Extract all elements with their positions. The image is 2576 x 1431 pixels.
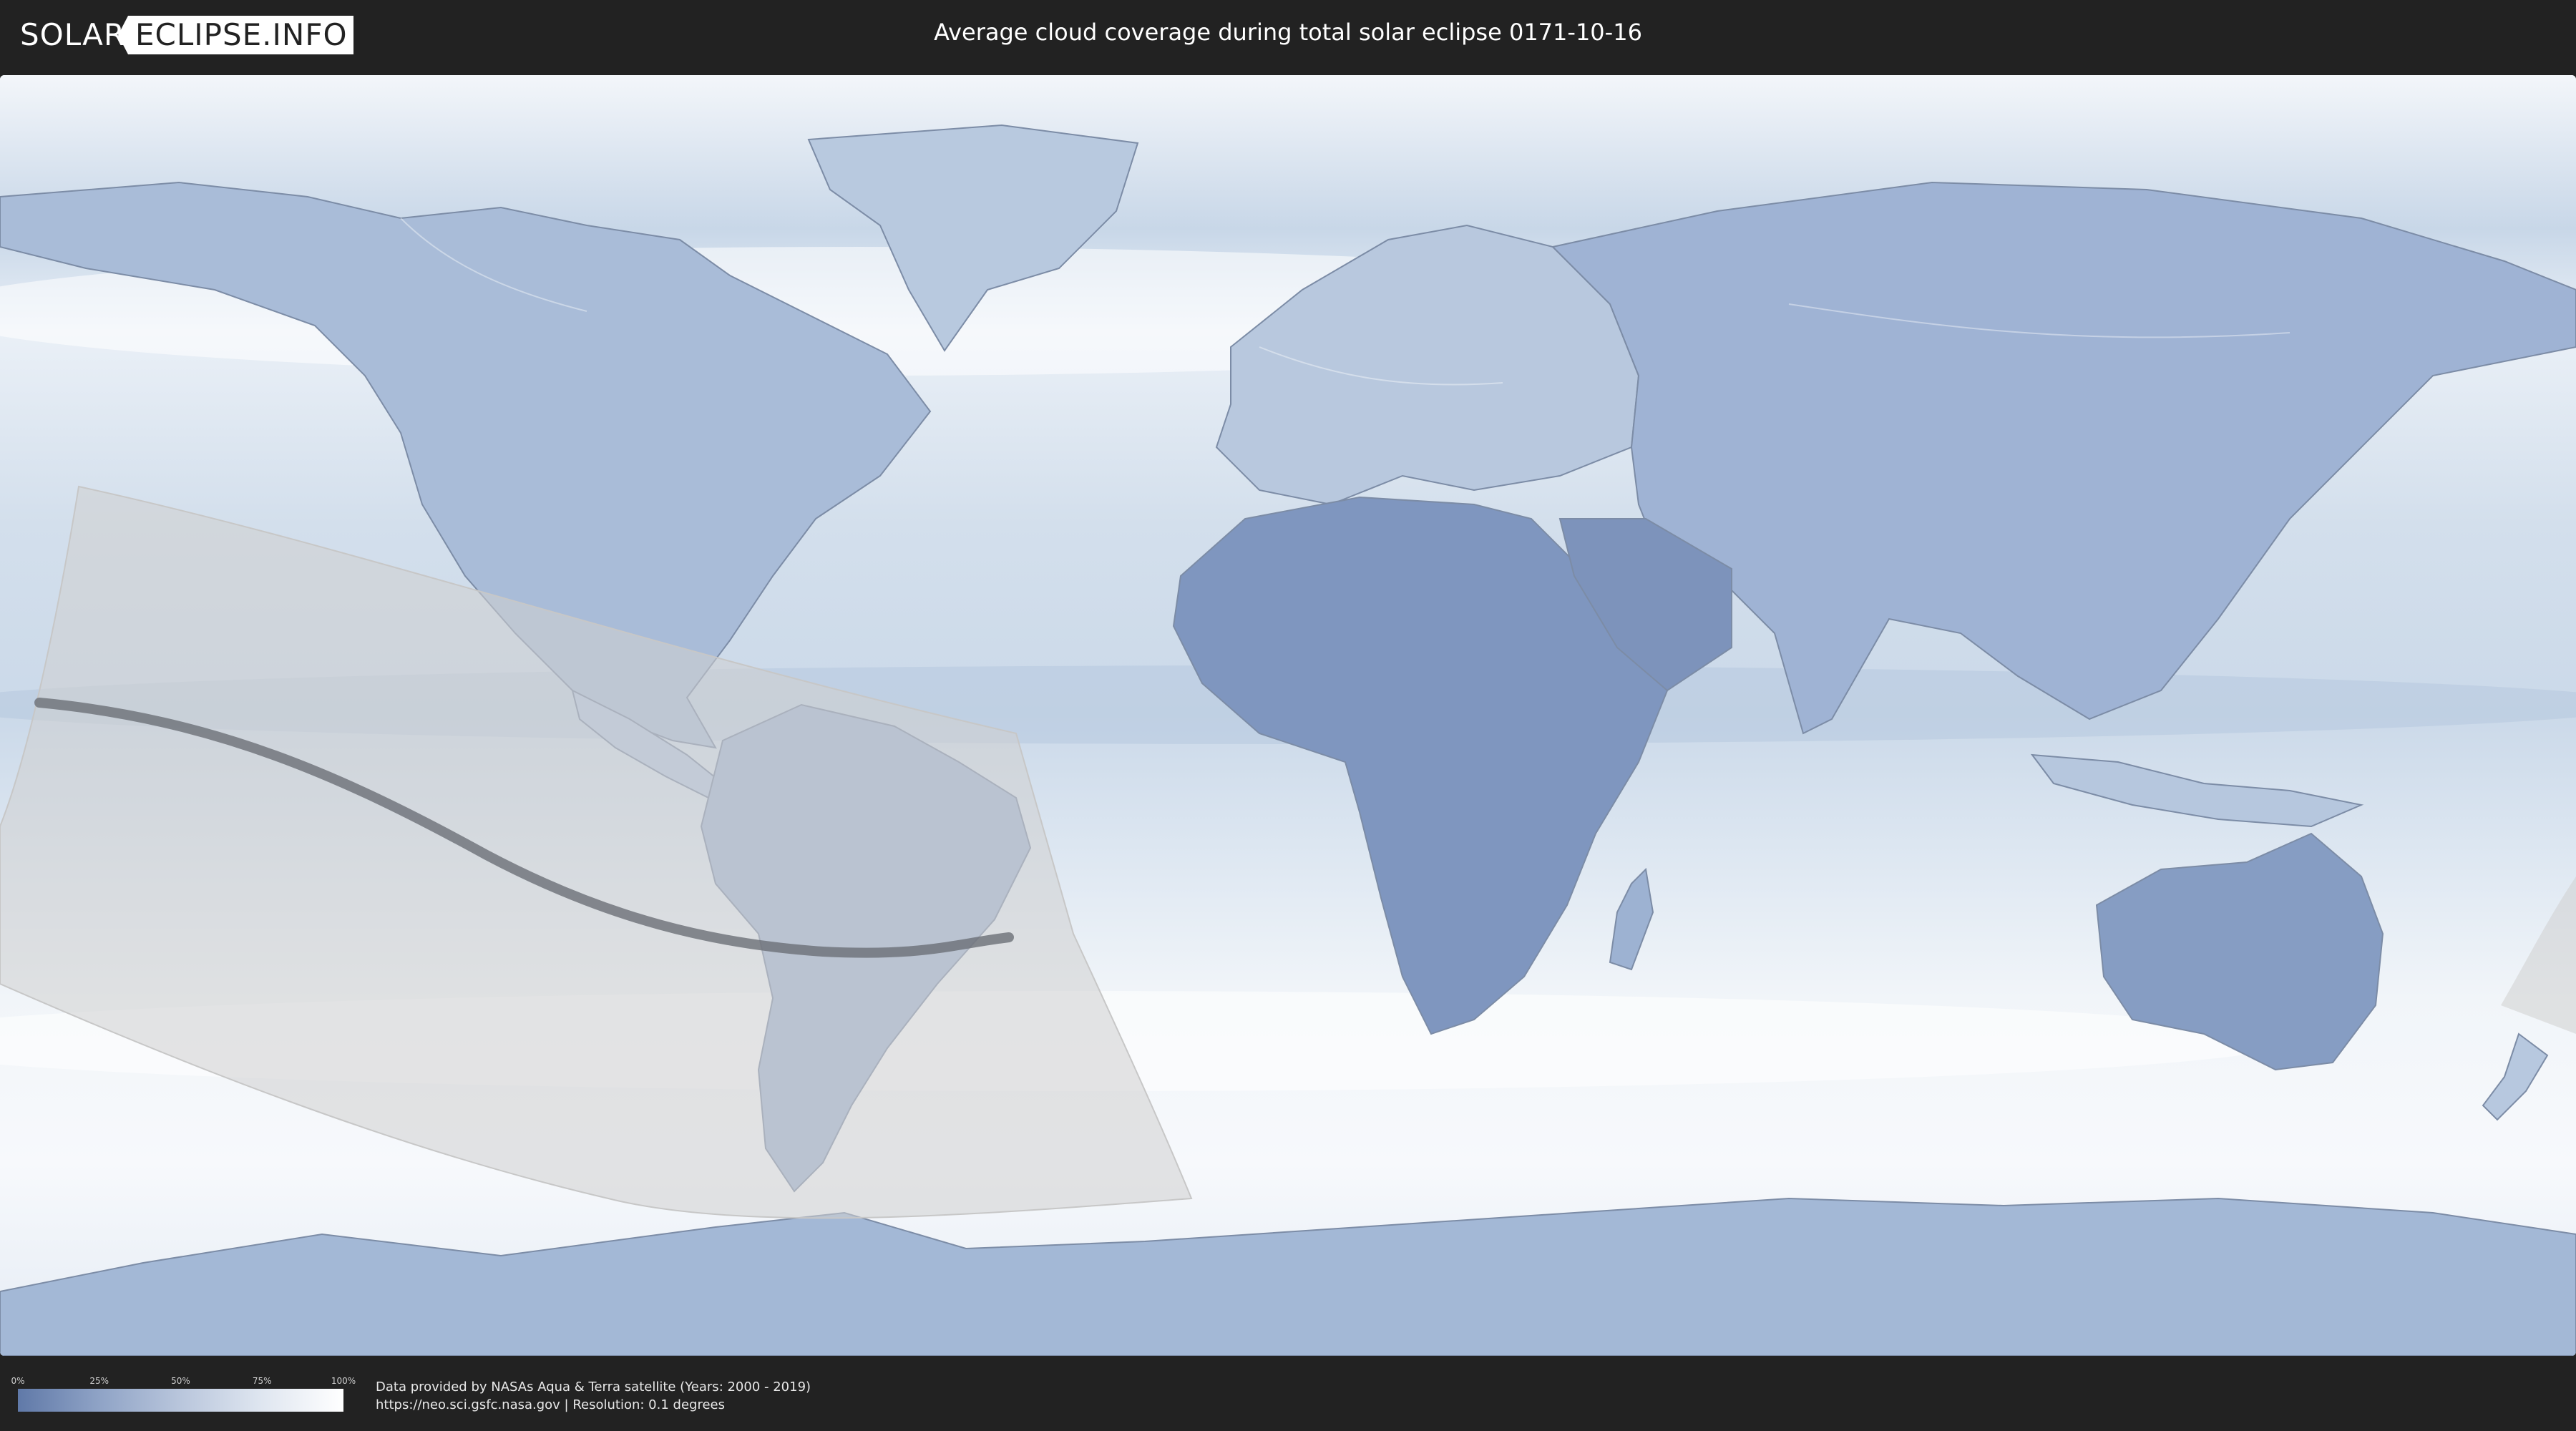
legend-tick-75: 75%: [252, 1376, 272, 1386]
legend-ticks: 0% 25% 50% 75% 100%: [11, 1374, 356, 1389]
legend-tick-50: 50%: [171, 1376, 190, 1386]
legend-tick-25: 25%: [89, 1376, 109, 1386]
legend-color-bar: [18, 1389, 343, 1412]
data-credits: Data provided by NASAs Aqua & Terra sate…: [376, 1378, 811, 1414]
credits-line-source: Data provided by NASAs Aqua & Terra sate…: [376, 1379, 811, 1395]
cloud-coverage-map[interactable]: [0, 75, 2576, 1356]
world-map-svg: [0, 75, 2576, 1356]
page-title: Average cloud coverage during total sola…: [934, 19, 1642, 46]
cloud-coverage-legend: 0% 25% 50% 75% 100%: [11, 1374, 356, 1412]
credits-line-url[interactable]: https://neo.sci.gsfc.nasa.gov | Resoluti…: [376, 1396, 811, 1414]
legend-tick-100: 100%: [331, 1376, 356, 1386]
header-bar: SOLAR ECLIPSE.INFO Average cloud coverag…: [0, 0, 2576, 71]
legend-tick-0: 0%: [11, 1376, 25, 1386]
